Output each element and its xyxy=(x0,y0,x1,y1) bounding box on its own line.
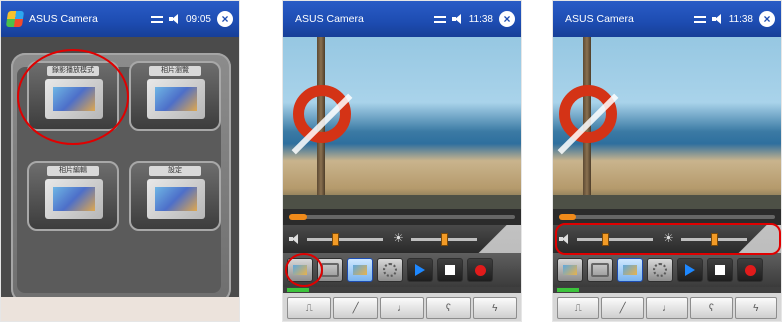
camera-mode-button[interactable] xyxy=(587,258,613,282)
record-button[interactable] xyxy=(467,258,493,282)
app-title: ASUS Camera xyxy=(29,13,98,25)
menu-item-label: 設定 xyxy=(149,166,201,176)
play-button[interactable] xyxy=(407,258,433,282)
highlight-circle xyxy=(17,49,129,145)
seek-progress xyxy=(289,214,307,220)
tab-2[interactable]: ╱ xyxy=(601,297,644,319)
status-indicator xyxy=(287,288,309,292)
volume-icon[interactable] xyxy=(711,14,723,24)
camera-playback-screen: ASUS Camera 11:38 × ☀ ⎍ ╱ ♩ ʕ ϟ xyxy=(282,0,522,322)
seek-track xyxy=(289,215,515,219)
seek-track xyxy=(559,215,775,219)
menu-item-label: 相片編輯 xyxy=(47,166,99,176)
connectivity-icon[interactable] xyxy=(433,14,446,24)
tab-3[interactable]: ♩ xyxy=(379,297,425,319)
seek-bar[interactable] xyxy=(283,209,521,225)
life-ring xyxy=(293,85,351,143)
title-bar: ASUS Camera 11:38 × xyxy=(283,1,521,37)
brightness-slider-thumb[interactable] xyxy=(441,233,448,246)
tab-2[interactable]: ╱ xyxy=(333,297,378,319)
life-ring xyxy=(559,85,617,143)
record-button[interactable] xyxy=(737,258,763,282)
title-bar: ASUS Camera 11:38 × xyxy=(553,1,781,37)
menu-settings-button[interactable]: 設定 xyxy=(129,161,221,231)
tab-1[interactable]: ⎍ xyxy=(557,297,600,319)
thumbnail-button[interactable] xyxy=(557,258,583,282)
menu-photo-edit-button[interactable]: 相片編輯 xyxy=(27,161,119,231)
seawall xyxy=(283,195,521,209)
tab-4[interactable]: ʕ xyxy=(690,297,733,319)
highlight-box xyxy=(555,223,781,255)
clock: 09:05 xyxy=(185,13,211,25)
close-icon[interactable]: × xyxy=(499,11,515,27)
tab-1[interactable]: ⎍ xyxy=(287,297,332,319)
volume-slider[interactable] xyxy=(307,233,383,246)
volume-slider-thumb[interactable] xyxy=(332,233,339,246)
camera-controls-screen: ASUS Camera 11:38 × ☀ ⎍ ╱ ♩ ʕ ϟ xyxy=(552,0,782,322)
close-icon[interactable]: × xyxy=(759,11,775,27)
tab-3[interactable]: ♩ xyxy=(645,297,689,319)
volume-icon[interactable] xyxy=(451,14,463,24)
seawall xyxy=(553,195,781,209)
connectivity-icon[interactable] xyxy=(693,14,706,24)
bottom-tabs: ⎍ ╱ ♩ ʕ ϟ xyxy=(283,293,521,321)
video-preview xyxy=(553,37,781,209)
stop-button[interactable] xyxy=(437,258,463,282)
clock: 11:38 xyxy=(468,13,493,25)
menu-photo-browse-button[interactable]: 相片瀏覽 xyxy=(129,61,221,131)
highlight-circle xyxy=(285,253,323,287)
app-title: ASUS Camera xyxy=(295,13,364,25)
volume-icon[interactable] xyxy=(168,14,180,24)
adjust-bar: ☀ xyxy=(283,225,521,253)
zoom-button[interactable] xyxy=(377,258,403,282)
stop-button[interactable] xyxy=(707,258,733,282)
gallery-button[interactable] xyxy=(617,258,643,282)
play-button[interactable] xyxy=(677,258,703,282)
settings-icon xyxy=(147,179,205,219)
photo-edit-icon xyxy=(45,179,103,219)
clock: 11:38 xyxy=(728,13,753,25)
tab-5[interactable]: ϟ xyxy=(734,297,778,319)
bottom-strip xyxy=(1,297,239,321)
tab-4[interactable]: ʕ xyxy=(426,297,471,319)
tab-5[interactable]: ϟ xyxy=(472,297,518,319)
bottom-tabs: ⎍ ╱ ♩ ʕ ϟ xyxy=(553,293,781,321)
brightness-slider[interactable] xyxy=(411,233,477,246)
panel-sheen xyxy=(471,225,521,253)
playback-toolbar xyxy=(553,253,781,287)
status-indicator xyxy=(557,288,579,292)
seek-progress xyxy=(559,214,576,220)
connectivity-icon[interactable] xyxy=(150,14,163,24)
volume-icon xyxy=(289,233,300,245)
brightness-icon: ☀ xyxy=(393,231,404,245)
menu-item-label: 相片瀏覽 xyxy=(149,66,201,76)
zoom-button[interactable] xyxy=(647,258,673,282)
title-bar: ASUS Camera 09:05 × xyxy=(1,1,239,37)
close-icon[interactable]: × xyxy=(217,11,233,27)
gallery-button[interactable] xyxy=(347,258,373,282)
windows-start-icon[interactable] xyxy=(5,11,25,27)
video-preview xyxy=(283,37,521,209)
app-title: ASUS Camera xyxy=(565,13,634,25)
camera-menu-screen: ASUS Camera 09:05 × 錄影播放模式 相片瀏覽 相片編輯 設定 xyxy=(0,0,240,322)
photo-browse-icon xyxy=(147,79,205,119)
